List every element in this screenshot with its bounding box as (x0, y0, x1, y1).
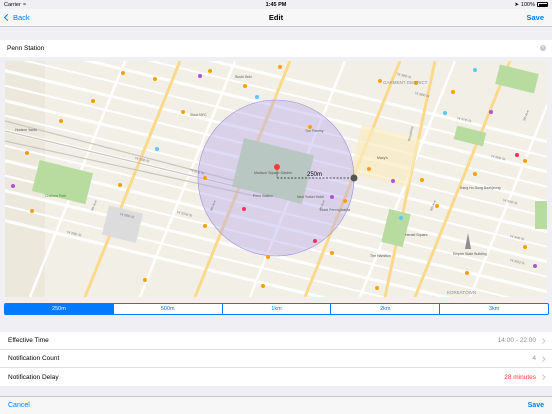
radius-option-1km[interactable]: 1km (221, 304, 331, 314)
radius-option-250m[interactable]: 250m (5, 304, 113, 314)
setting-label: Notification Delay (8, 373, 59, 381)
map-place-label: Madison Square Garden (254, 171, 292, 175)
setting-value: 14:00 - 22:00 (497, 337, 536, 344)
map-place-label: Hotel Pennsylvania (320, 208, 350, 212)
navigation-bar: Back Edit Save (0, 9, 552, 27)
map-place-label: Empire State Building (453, 252, 487, 256)
clock: 1:45 PM (265, 1, 287, 8)
chevron-right-icon (539, 356, 545, 361)
bottom-toolbar: Cancel Save (0, 396, 552, 414)
setting-value: 4 (532, 355, 536, 362)
map-place-label: Herald Square (405, 233, 428, 237)
map-place-label: The Hamilton (370, 254, 391, 258)
map-view[interactable]: GARMENT DISTRICT KOREATOWN Madison Squar… (5, 61, 547, 297)
map-district-label: GARMENT DISTRICT (383, 80, 428, 85)
battery-icon (537, 2, 548, 7)
radius-option-2km[interactable]: 2km (330, 304, 439, 314)
radius-option-500m[interactable]: 500m (112, 304, 222, 314)
radius-distance-label: 250m (307, 172, 322, 178)
save-button[interactable]: Save (526, 13, 544, 22)
map-place-label: Penn Station (253, 194, 273, 198)
chevron-right-icon (539, 338, 545, 343)
cancel-button[interactable]: Cancel (8, 402, 30, 409)
notification-delay-row[interactable]: Notification Delay 28 minutes (0, 368, 552, 386)
effective-time-row[interactable]: Effective Time 14:00 - 22:00 (0, 332, 552, 350)
notification-count-row[interactable]: Notification Count 4 (0, 350, 552, 368)
map-canvas[interactable]: GARMENT DISTRICT KOREATOWN Madison Squar… (5, 61, 547, 297)
map-place-label: The Pennsy (305, 129, 324, 133)
location-search-value[interactable]: Penn Station (7, 45, 44, 52)
map-place-label: Chelsea Park (45, 194, 66, 198)
radius-option-3km[interactable]: 3km (439, 304, 548, 314)
map-district-label: KOREATOWN (447, 290, 476, 295)
setting-value: 28 minutes (504, 373, 536, 381)
map-place-label: Sushi Seki (235, 75, 252, 79)
chevron-right-icon (539, 374, 545, 380)
status-bar: Carrier ≈ 1:45 PM ➤ 100% (0, 0, 552, 9)
setting-label: Effective Time (8, 337, 49, 344)
clear-icon[interactable]: × (540, 45, 546, 51)
map-place-label: Hudson Yards (15, 128, 37, 132)
map-place-label: Kang Ho Dong Baekjeong (460, 186, 501, 190)
setting-label: Notification Count (8, 355, 60, 362)
map-place-label: Macy's (377, 156, 388, 160)
page-title: Edit (268, 13, 284, 22)
map-place-label: New Yorker Hotel (297, 195, 324, 199)
map-place-label: Stout NYC (190, 113, 207, 117)
radius-segmented-control[interactable]: 250m 500m 1km 2km 3km (4, 303, 549, 315)
toolbar-save-button[interactable]: Save (528, 402, 544, 409)
location-search-field[interactable]: Penn Station × (0, 40, 552, 57)
settings-list: Effective Time 14:00 - 22:00 Notificatio… (0, 332, 552, 386)
